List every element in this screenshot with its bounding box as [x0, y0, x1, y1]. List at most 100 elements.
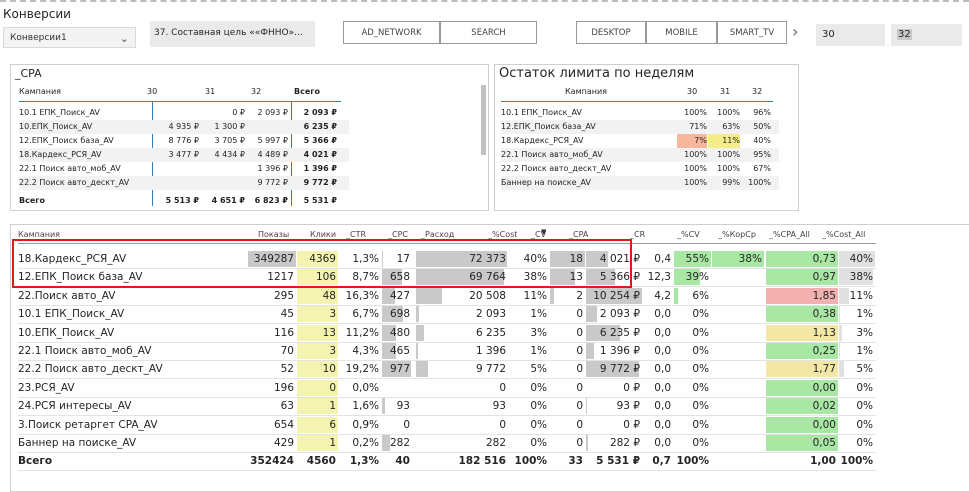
table-cell: 0,0	[654, 363, 671, 376]
table-row[interactable]: 22.1 Поиск авто_моб_AV 70 3 4,3% 465 1 396 1% 0…	[18, 342, 876, 361]
cpa-cell: 3 705 ₽	[214, 136, 245, 145]
cpa-scrollbar[interactable]	[481, 85, 486, 155]
page-title: Конверсии	[3, 7, 71, 21]
column-header[interactable]: Показы	[258, 230, 289, 239]
table-cell: 0%	[856, 400, 873, 413]
table-cell: 2	[576, 289, 583, 302]
cpa-cell: 9 772 ₽	[257, 178, 288, 187]
table-cell: 10.1 ЕПК_Поиск_AV	[18, 308, 125, 321]
table-cell: 0	[576, 363, 583, 376]
limit-cell: 63%	[722, 122, 740, 131]
limit-panel-title: Остаток лимита по неделям	[499, 66, 695, 81]
table-cell: 22.1 Поиск авто_моб_AV	[18, 345, 152, 357]
table-cell: 182 516	[458, 455, 507, 468]
table-cell: 480	[389, 326, 410, 339]
range-from-value: 30	[822, 29, 835, 40]
limit-cell: 18.Кардекс_РСЯ_AV	[501, 136, 584, 145]
limit-cell: 100%	[717, 164, 740, 173]
table-cell: 282	[389, 437, 410, 449]
table-cell: 0,0	[654, 418, 671, 431]
limit-col-campaign: Кампания	[565, 87, 607, 96]
table-cell: 0%	[692, 326, 709, 339]
cpa-col-32: 32	[251, 87, 262, 96]
table-cell: 0%	[530, 381, 547, 394]
table-cell: 1,85	[812, 289, 836, 302]
table-cell: 4560	[306, 455, 336, 468]
table-row[interactable]: 23.РСЯ_AV 196 0 0,0% 0 0% 0 0 ₽ 0,0 0% 0,00 0%	[18, 379, 876, 398]
range-to-input[interactable]: 32	[891, 24, 962, 46]
table-cell: 1%	[856, 345, 873, 357]
goal-filter[interactable]: 37. Составная цель ««ФННО»...	[150, 21, 315, 47]
table-cell: 1,6%	[352, 400, 379, 413]
search-button[interactable]: SEARCH	[440, 21, 537, 44]
table-cell: 16,3%	[345, 289, 379, 302]
table-cell: 9 772 ₽	[599, 363, 640, 376]
table-cell: 1%	[530, 345, 547, 357]
table-cell: 0%	[692, 363, 709, 376]
limit-cell: 100%	[684, 150, 707, 159]
column-header[interactable]: _CTR	[346, 230, 366, 239]
table-cell: 1 396 ₽	[599, 345, 640, 357]
table-cell: 0 ₽	[623, 418, 640, 431]
table-cell: 6 235	[475, 326, 506, 339]
desktop-button[interactable]: DESKTOP	[576, 21, 646, 44]
limit-matrix: Кампания 30 31 32 10.1 ЕПК_Поиск_AV 100%…	[501, 85, 779, 210]
column-header[interactable]: Клики	[310, 230, 336, 239]
table-cell: 9 772	[475, 363, 506, 376]
conversion-dropdown[interactable]: Конверсии1 ⌄	[3, 27, 136, 48]
mobile-button[interactable]: MOBILE	[646, 21, 717, 44]
ad-network-button[interactable]: AD_NETWORK	[343, 21, 440, 44]
column-header[interactable]: _CR	[630, 230, 645, 239]
column-header[interactable]: _%CPA_All	[769, 230, 810, 239]
table-cell: 3%	[530, 326, 547, 339]
table-row: 12.ЕПК_Поиск база_AV 8 776 ₽ 3 705 ₽ 5 9…	[19, 134, 349, 148]
table-row[interactable]: 10.ЕПК_Поиск_AV 116 13 11,2% 480 6 235 3% 0 6 23…	[18, 324, 876, 343]
table-cell: 5%	[530, 363, 547, 376]
conversion-dropdown-value: Конверсии1	[10, 33, 67, 43]
limit-cell: 22.1 Поиск авто_моб_AV	[501, 150, 603, 159]
limit-cell-highlight: 7%	[677, 134, 707, 148]
table-cell: 24.РСЯ интересы_AV	[18, 400, 132, 413]
table-cell: 0,7	[652, 455, 671, 468]
smart-tv-button[interactable]: SMART_TV	[717, 21, 787, 44]
limit-col-32: 32	[752, 87, 763, 96]
column-header[interactable]: _%CV	[677, 230, 700, 239]
table-cell: 0%	[530, 400, 547, 413]
table-cell: 0%	[692, 418, 709, 431]
table-cell: 22.Поиск авто_AV	[18, 289, 116, 302]
column-header[interactable]: _%Cost	[488, 230, 517, 239]
table-cell: 1 396	[475, 345, 506, 357]
table-row[interactable]: Баннер на поиске_AV 429 1 0,2% 282 282 0% 0 282 …	[18, 434, 876, 453]
table-cell: 48	[322, 289, 336, 302]
cpa-cell: 10.ЕПК_Поиск_AV	[19, 122, 93, 131]
table-cell: 70	[280, 345, 294, 357]
range-from-input[interactable]: 30	[816, 24, 885, 46]
total-row[interactable]: Всего 352424 4560 1,3% 40 182 516 100% 33 5 531 …	[18, 452, 876, 472]
table-row[interactable]: 22.Поиск авто_AV 295 48 16,3% 427 20 508 11% 2 1…	[18, 287, 876, 306]
table-row[interactable]: 22.2 Поиск авто_дескт_AV 52 10 19,2% 977 9 77…	[18, 360, 876, 380]
sort-desc-icon[interactable]: ▼	[541, 228, 546, 236]
limit-panel: Остаток лимита по неделям Кампания 30 31…	[494, 64, 799, 211]
limit-cell: 100%	[748, 178, 771, 187]
limit-cell: Баннер на поиске_AV	[501, 178, 591, 187]
table-cell: 3	[329, 308, 336, 321]
column-header[interactable]: _CPA	[569, 230, 588, 239]
table-cell: 0	[499, 381, 506, 394]
cpa-cell: 5 513 ₽	[165, 196, 199, 205]
table-row[interactable]: 24.РСЯ интересы_AV 63 1 1,6% 93 93 0% 0 93 ₽ 0,0 0…	[18, 397, 876, 417]
chevron-right-icon[interactable]: ›	[792, 22, 798, 41]
table-cell: 100%	[514, 455, 547, 468]
column-header[interactable]: Кампания	[18, 230, 60, 239]
table-row[interactable]: 10.1 ЕПК_Поиск_AV 45 3 6,7% 698 2 093 1% 0 2 093…	[18, 305, 876, 325]
table-cell: 12,3	[647, 271, 671, 284]
column-header[interactable]: _CPC	[388, 230, 408, 239]
table-row[interactable]: 3.Поиск ретаргет CPA_AV 654 6 0,9% 0 0 0% 0 0 ₽ 0…	[18, 416, 876, 435]
limit-cell: 50%	[753, 122, 771, 131]
table-cell: 100%	[840, 455, 873, 468]
column-header[interactable]: _%Cost_All	[822, 230, 865, 239]
cpa-header-row: Кампания 30 31 32 Всего	[19, 85, 349, 99]
table-row: 10.1 ЕПК_Поиск_AV 0 ₽ 2 093 ₽ 2 093 ₽	[19, 106, 349, 120]
column-header[interactable]: _Расход	[421, 230, 454, 239]
column-header[interactable]: _%КорСр	[718, 230, 756, 239]
cpa-cell: 12.ЕПК_Поиск база_AV	[19, 136, 114, 145]
